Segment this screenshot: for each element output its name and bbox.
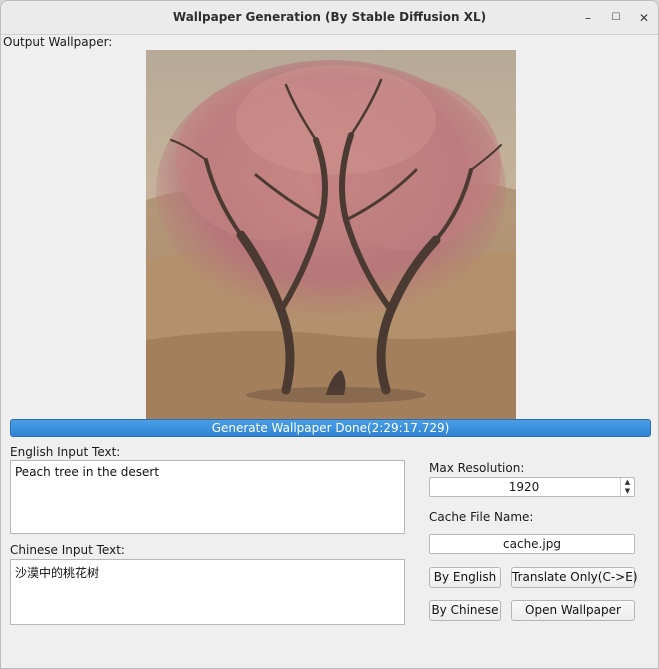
window-title: Wallpaper Generation (By Stable Diffusio… xyxy=(172,10,487,24)
spin-down-icon[interactable]: ▼ xyxy=(621,487,634,496)
english-input-label: English Input Text: xyxy=(10,445,121,459)
peach-tree-illustration xyxy=(146,50,516,419)
chinese-input-textarea[interactable]: 沙漠中的桃花树 xyxy=(10,559,405,625)
cache-file-label: Cache File Name: xyxy=(429,510,534,524)
output-wallpaper-image xyxy=(146,50,516,419)
maximize-button[interactable]: ☐ xyxy=(606,8,626,28)
max-resolution-label: Max Resolution: xyxy=(429,461,525,475)
progress-text: Generate Wallpaper Done(2:29:17.729) xyxy=(211,421,450,435)
spin-up-icon[interactable]: ▲ xyxy=(621,478,634,487)
main-content: Output Wallpaper: Generate Wallpaper Don… xyxy=(1,35,658,668)
open-wallpaper-button[interactable]: Open Wallpaper xyxy=(511,600,635,621)
by-chinese-button[interactable]: By Chinese xyxy=(429,600,501,621)
minimize-button[interactable]: – xyxy=(578,8,598,28)
translate-only-button[interactable]: Translate Only(C->E) xyxy=(511,567,638,588)
title-bar[interactable]: Wallpaper Generation (By Stable Diffusio… xyxy=(1,1,658,35)
by-english-button[interactable]: By English xyxy=(429,567,501,588)
chinese-input-value: 沙漠中的桃花树 xyxy=(15,566,100,580)
output-wallpaper-label: Output Wallpaper: xyxy=(3,35,113,49)
max-resolution-value: 1920 xyxy=(508,480,540,494)
english-input-value: Peach tree in the desert xyxy=(15,465,160,479)
close-button[interactable]: ✕ xyxy=(634,8,654,28)
english-input-textarea[interactable]: Peach tree in the desert xyxy=(10,460,405,534)
cache-file-input[interactable]: cache.jpg xyxy=(429,534,635,554)
spin-arrows[interactable]: ▲ ▼ xyxy=(620,478,634,496)
generation-progress-bar: Generate Wallpaper Done(2:29:17.729) xyxy=(10,419,651,437)
max-resolution-spinbox[interactable]: 1920 ▲ ▼ xyxy=(429,477,635,497)
app-window: Wallpaper Generation (By Stable Diffusio… xyxy=(0,0,659,669)
chinese-input-label: Chinese Input Text: xyxy=(10,543,125,557)
